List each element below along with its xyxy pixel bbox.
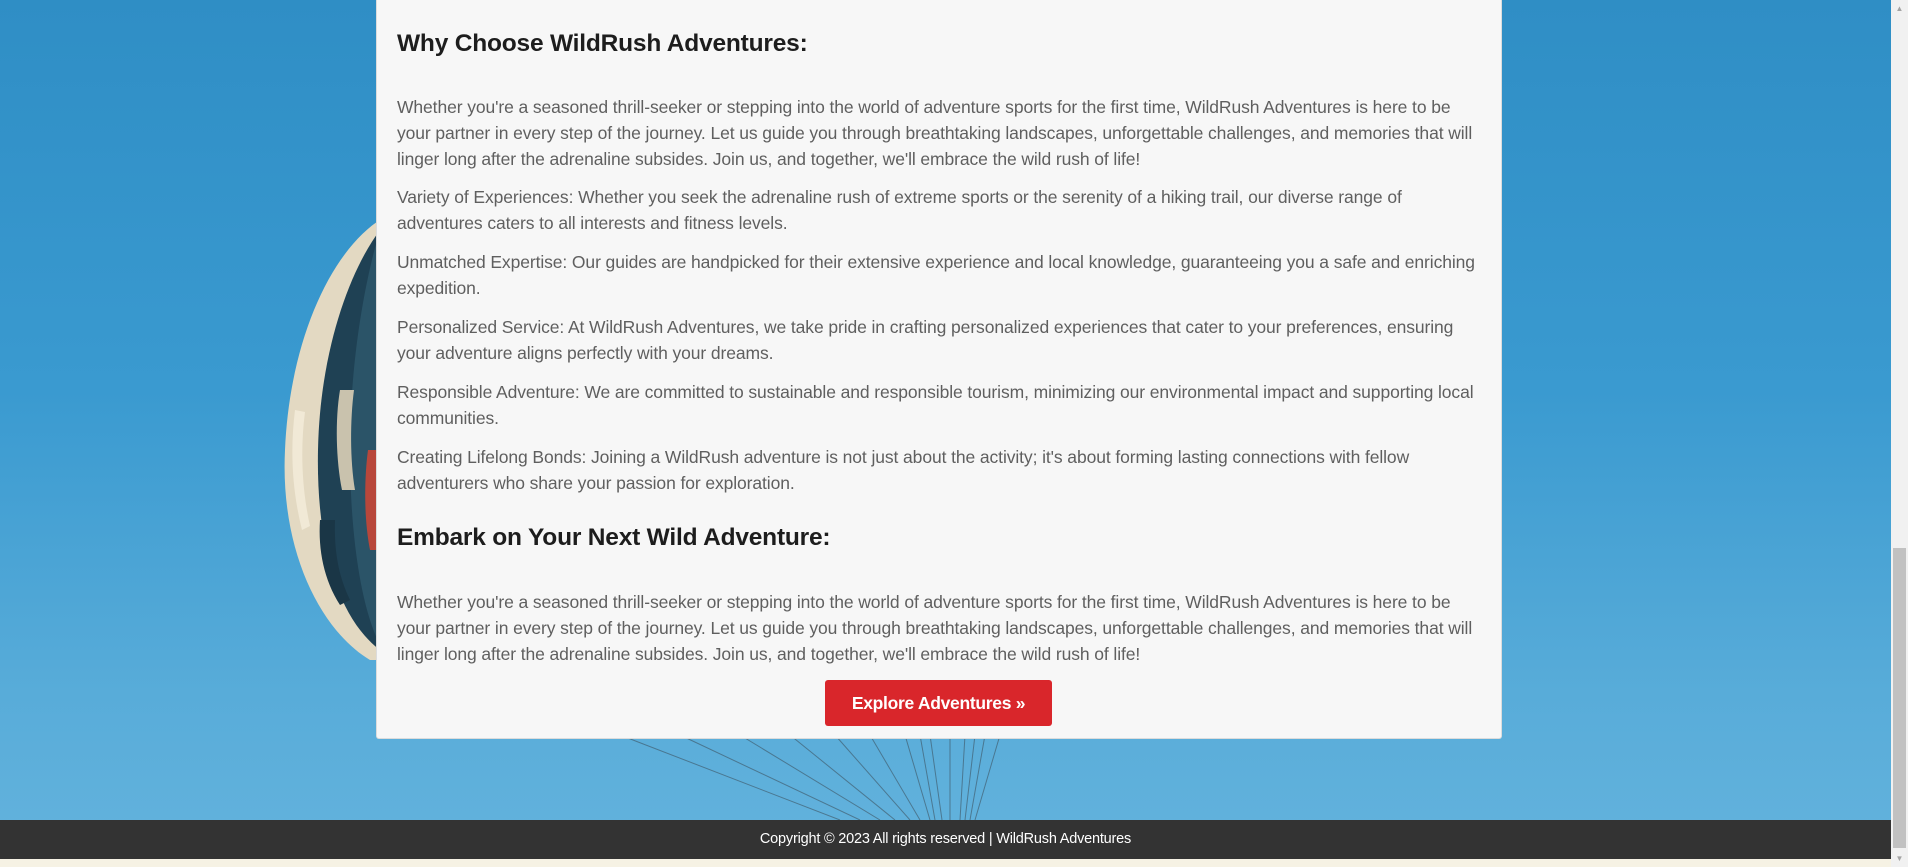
bottom-strip: [0, 859, 1891, 867]
point-personalized-service: Personalized Service: At WildRush Advent…: [397, 317, 1454, 363]
why-choose-intro: Whether you're a seasoned thrill-seeker …: [397, 97, 1473, 169]
point-responsible-adventure: Responsible Adventure: We are committed …: [397, 382, 1474, 428]
copyright-text: Copyright © 2023 All rights reserved | W…: [759, 831, 1132, 847]
point-lifelong-bonds: Creating Lifelong Bonds: Joining a WildR…: [397, 447, 1410, 493]
scrollbar-thumb[interactable]: [1893, 548, 1906, 848]
embark-text: Whether you're a seasoned thrill-seeker …: [397, 592, 1473, 664]
explore-adventures-button[interactable]: Explore Adventures »: [825, 680, 1052, 726]
content-card: Why Choose WildRush Adventures: Whether …: [376, 0, 1502, 739]
triangle-down-icon[interactable]: ▼: [1891, 850, 1908, 867]
vertical-scrollbar[interactable]: ▲ ▼: [1891, 0, 1908, 867]
balloon-ropes-image: [620, 734, 1001, 820]
triangle-up-icon[interactable]: ▲: [1891, 0, 1908, 17]
site-footer: Copyright © 2023 All rights reserved | W…: [0, 820, 1891, 859]
page-viewport: Why Choose WildRush Adventures: Whether …: [0, 0, 1908, 867]
embark-heading: Embark on Your Next Wild Adventure:: [397, 524, 831, 551]
why-choose-heading: Why Choose WildRush Adventures:: [397, 30, 808, 57]
point-unmatched-expertise: Unmatched Expertise: Our guides are hand…: [397, 252, 1475, 298]
point-variety-of-experiences: Variety of Experiences: Whether you seek…: [397, 187, 1402, 233]
